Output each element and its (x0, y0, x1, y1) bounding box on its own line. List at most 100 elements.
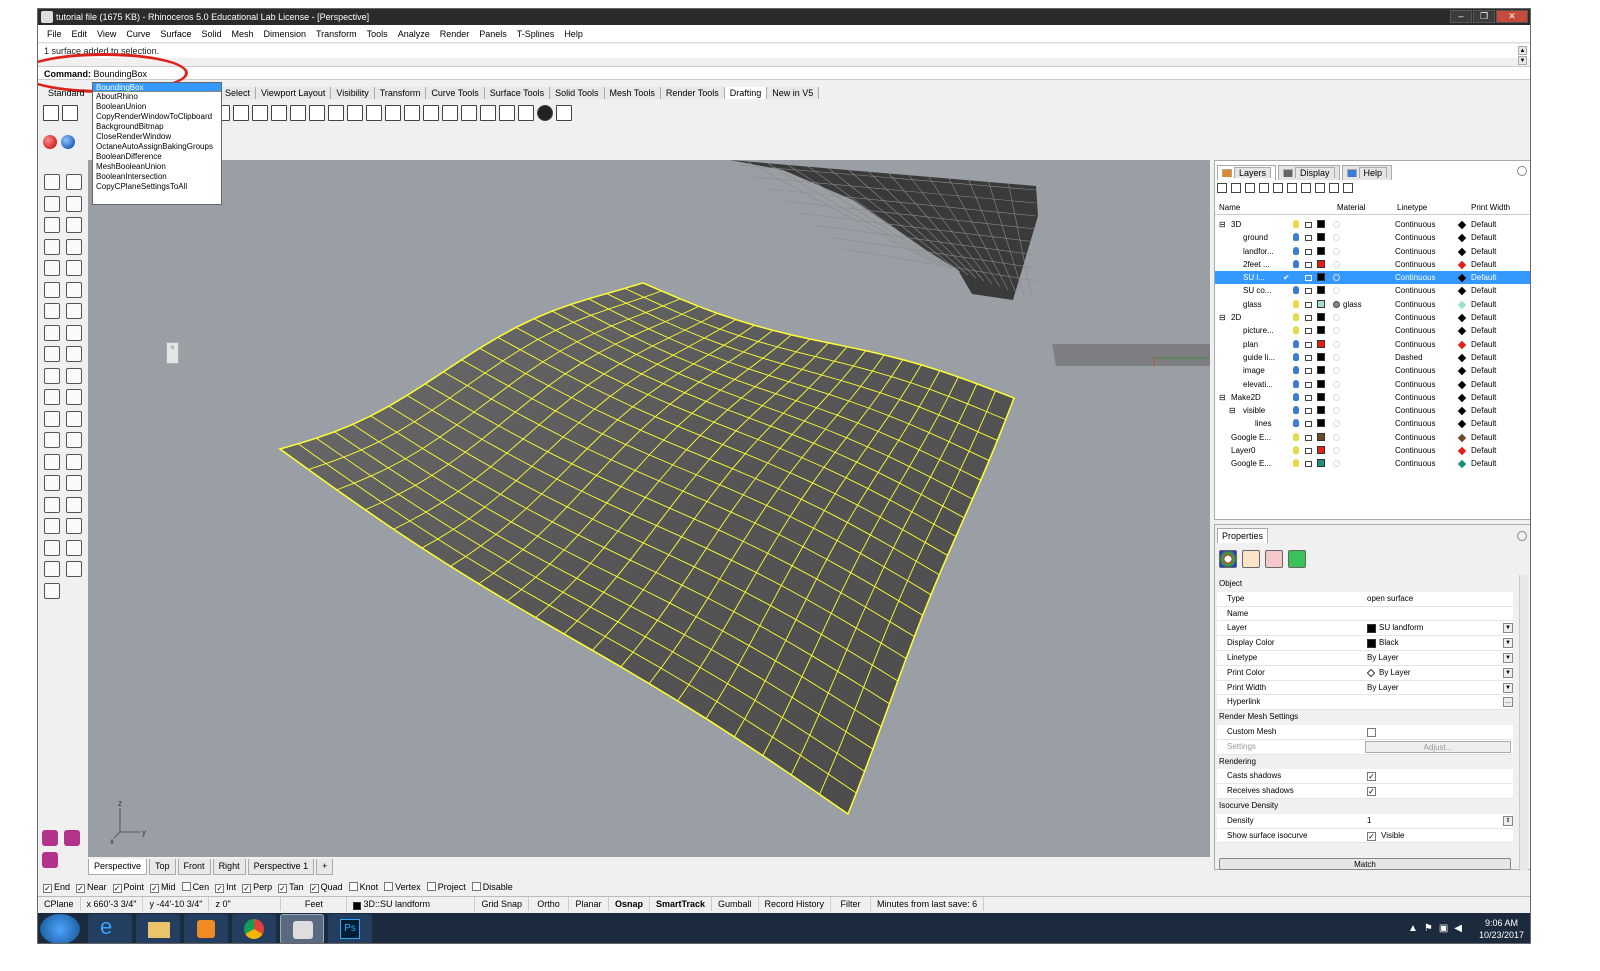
status-toggle-grid-snap[interactable]: Grid Snap (475, 897, 529, 911)
property-row[interactable]: Density 1 ⇕ (1217, 813, 1513, 829)
viewport-tab-right[interactable]: Right (212, 859, 246, 875)
curve-icon[interactable] (233, 105, 249, 121)
material-icon[interactable] (1333, 420, 1340, 428)
lock-icon[interactable] (1305, 461, 1312, 468)
tab-help[interactable]: Help (1341, 165, 1393, 180)
texture-mapping-icon[interactable] (1288, 550, 1306, 568)
lock-icon[interactable] (1305, 421, 1312, 428)
autocomplete-item-booleandifference[interactable]: BooleanDifference (96, 152, 221, 162)
print-color-icon[interactable] (1457, 340, 1467, 349)
point-icon[interactable] (44, 195, 60, 212)
curve-cp-icon[interactable] (44, 238, 60, 255)
property-row[interactable]: Linetype By Layer ▼ (1217, 650, 1513, 666)
tab-new-in-v5[interactable]: New in V5 (767, 87, 820, 99)
layer-color-swatch[interactable] (1317, 233, 1325, 242)
layer-color-swatch[interactable] (1317, 406, 1325, 415)
hatch-tool-icon[interactable] (42, 830, 58, 846)
layer-linetype[interactable]: Continuous (1395, 311, 1435, 324)
layer-print-width[interactable]: Default (1471, 271, 1496, 284)
print-color-icon[interactable] (1457, 380, 1467, 389)
layer-print-width[interactable]: Default (1471, 431, 1496, 444)
layer-linetype[interactable]: Continuous (1395, 271, 1435, 284)
dropdown-arrow-icon[interactable]: ▼ (1503, 667, 1513, 678)
cylinder-icon[interactable] (66, 496, 82, 513)
lock-icon[interactable] (1305, 368, 1312, 375)
layer-print-width[interactable]: Default (1471, 231, 1496, 244)
arc-3pt-icon[interactable] (66, 260, 82, 276)
layer-color-swatch[interactable] (1317, 419, 1325, 428)
visibility-bulb-icon[interactable] (1293, 392, 1299, 401)
layer-print-width[interactable]: Default (1471, 218, 1496, 231)
photoshop-icon[interactable]: Ps (328, 914, 372, 943)
layer-color-swatch[interactable] (1317, 379, 1325, 388)
osnap-cen-checkbox[interactable] (181, 882, 191, 891)
visibility-bulb-icon[interactable] (1293, 406, 1299, 415)
print-color-icon[interactable] (1457, 220, 1467, 230)
layer-linetype[interactable]: Dashed (1395, 351, 1423, 364)
layer-linetype[interactable]: Continuous (1395, 444, 1435, 457)
print-color-icon[interactable] (1457, 446, 1467, 456)
bounding-icon[interactable] (44, 582, 60, 599)
layer-expander-icon[interactable]: ⊟ (1219, 311, 1226, 324)
layer-print-width[interactable]: Default (1471, 351, 1496, 364)
material-icon[interactable] (1333, 367, 1340, 375)
layer-row[interactable]: ⊟ 3D Continuous Default (1215, 218, 1530, 231)
layer-linetype[interactable]: Continuous (1395, 245, 1435, 258)
property-row[interactable]: Show surface isocurve ✓ Visible (1217, 828, 1513, 844)
material-icon[interactable] (1333, 393, 1340, 401)
layer-color-swatch[interactable] (1317, 432, 1325, 441)
menu-help[interactable]: Help (559, 25, 588, 42)
layer-linetype[interactable]: Continuous (1395, 431, 1435, 444)
polygon-icon[interactable] (66, 303, 82, 319)
polyline-icon[interactable] (44, 217, 60, 233)
menu-solid[interactable]: Solid (196, 25, 226, 42)
extend-icon[interactable] (44, 389, 60, 405)
property-row[interactable]: Print Width By Layer ▼ (1217, 680, 1513, 696)
dim-icon[interactable] (44, 475, 60, 491)
property-value[interactable]: SU landform (1379, 621, 1423, 636)
print-color-icon[interactable] (1457, 327, 1467, 336)
tab-surface-tools[interactable]: Surface Tools (484, 87, 551, 99)
print-color-icon[interactable] (1457, 260, 1467, 270)
property-row[interactable]: Layer SU landform ▼ (1217, 621, 1513, 637)
offset-icon[interactable] (66, 346, 82, 362)
menu-edit[interactable]: Edit (67, 25, 93, 42)
menu-t-splines[interactable]: T-Splines (512, 25, 560, 42)
layer-states-icon[interactable] (1315, 183, 1325, 193)
material-icon[interactable] (1333, 287, 1340, 295)
dropdown-arrow-icon[interactable]: ▼ (1503, 638, 1513, 649)
select-arrow-icon[interactable] (44, 174, 60, 190)
help-icon[interactable] (1343, 183, 1353, 193)
osnap-perp-checkbox[interactable]: ✓ (242, 883, 252, 893)
panel-gear-icon[interactable] (1517, 166, 1527, 176)
viewport-tab-top[interactable]: Top (149, 859, 176, 875)
material-icon[interactable] (1333, 300, 1340, 308)
layer-color-swatch[interactable] (1317, 246, 1325, 255)
property-row[interactable]: Receives shadows ✓ (1217, 784, 1513, 799)
group-icon[interactable] (66, 432, 82, 448)
material-icon[interactable] (1333, 327, 1340, 335)
lock-icon[interactable] (1305, 434, 1312, 441)
mesh-icon[interactable] (44, 539, 60, 556)
autocomplete-item-octaneautoassignbakinggroups[interactable]: OctaneAutoAssignBakingGroups (96, 142, 221, 152)
layer-row[interactable]: Google E... Continuous Default (1215, 457, 1530, 470)
visibility-bulb-icon[interactable] (1293, 326, 1299, 335)
tab-properties[interactable]: Properties (1217, 528, 1269, 543)
status-toggle-gumball[interactable]: Gumball (712, 897, 759, 911)
panel-gear-icon[interactable] (1517, 531, 1527, 541)
match-button[interactable]: Match (1219, 858, 1511, 870)
layer-row[interactable]: ground Continuous Default (1215, 231, 1530, 244)
material-icon[interactable] (1333, 260, 1340, 268)
visibility-bulb-icon[interactable] (1293, 286, 1299, 295)
new-file-icon[interactable] (43, 105, 59, 121)
tab-mesh-tools[interactable]: Mesh Tools (604, 87, 661, 99)
minimize-button[interactable]: – (1450, 10, 1472, 23)
property-value[interactable]: Black (1379, 636, 1399, 651)
perspective-viewport[interactable]: z x y (88, 160, 1210, 857)
rotate-icon[interactable] (252, 105, 268, 121)
print-color-icon[interactable] (1457, 234, 1467, 243)
cage-icon[interactable] (66, 561, 82, 577)
visibility-bulb-icon[interactable] (1293, 366, 1299, 375)
osnap-quad-checkbox[interactable]: ✓ (309, 883, 319, 893)
print-color-icon[interactable] (1457, 300, 1467, 310)
